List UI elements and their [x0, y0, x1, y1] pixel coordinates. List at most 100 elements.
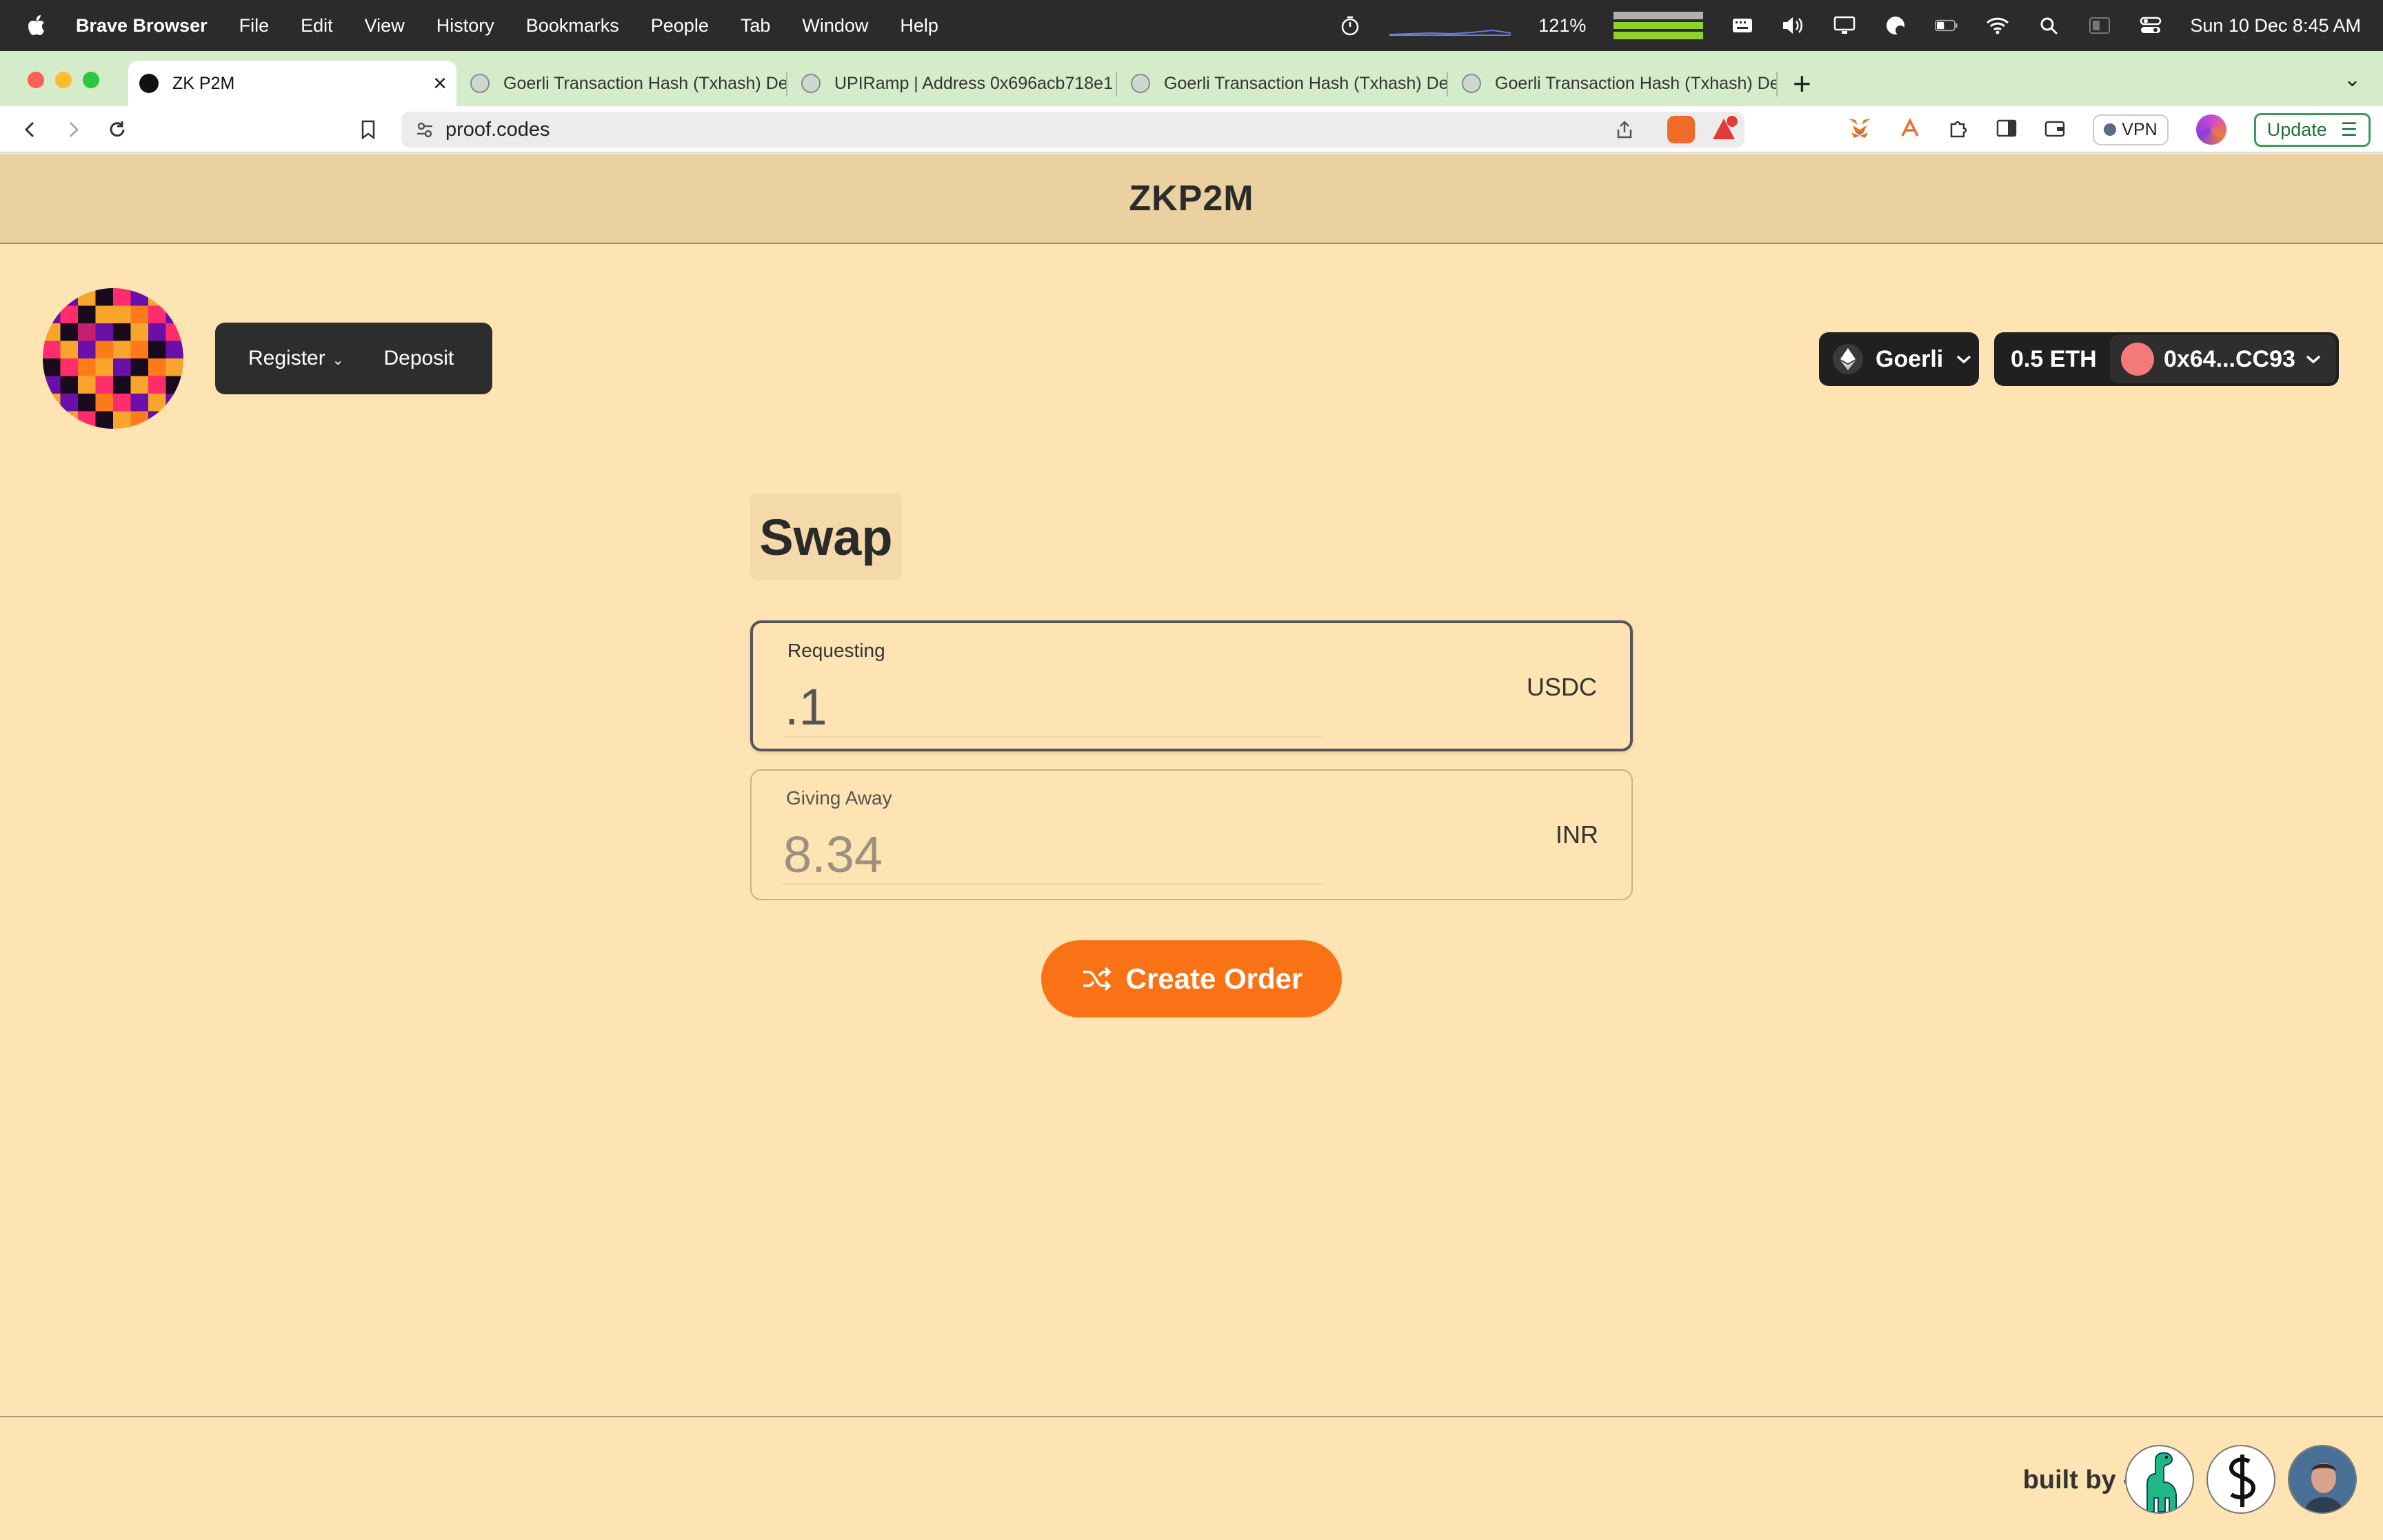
control-center-icon[interactable] — [2139, 15, 2162, 36]
wifi-icon[interactable] — [1986, 15, 2009, 36]
giving-away-field: Giving Away 8.34 INR — [750, 769, 1633, 900]
eth-balance: 0.5 ETH — [2011, 345, 2097, 372]
giving-away-currency: INR — [1556, 820, 1598, 849]
browser-toolbar: proof.codes VPN Update ☰ — [0, 106, 2383, 153]
profile-avatar[interactable] — [2195, 114, 2226, 145]
zkp2m-favicon-icon — [139, 74, 159, 93]
tab-goerli-txhash-1[interactable]: Goerli Transaction Hash (Txhash) De — [459, 61, 787, 106]
tab-label: Goerli Transaction Hash (Txhash) De — [503, 73, 787, 93]
screen-mirroring-icon[interactable] — [2088, 15, 2111, 36]
giving-away-amount-input[interactable]: 8.34 — [783, 826, 1321, 885]
site-settings-icon[interactable] — [415, 120, 434, 139]
requesting-amount-input[interactable]: .1 — [785, 678, 1323, 738]
brave-rewards-icon[interactable] — [1710, 116, 1738, 143]
hamburger-menu-icon: ☰ — [2340, 119, 2357, 140]
tab-goerli-txhash-3[interactable]: Goerli Transaction Hash (Txhash) De — [1451, 61, 1778, 106]
battery-icon[interactable] — [1935, 15, 1958, 36]
account-avatar — [2121, 343, 2154, 376]
extension-a-icon[interactable] — [1900, 117, 1920, 142]
vpn-status-icon — [2104, 123, 2117, 136]
menubar-clock[interactable]: Sun 10 Dec 8:45 AM — [2190, 15, 2361, 37]
app-title: ZKP2M — [1129, 179, 1254, 219]
menu-view[interactable]: View — [365, 15, 405, 37]
network-selector[interactable]: Goerli — [1819, 332, 1979, 386]
apple-icon[interactable] — [28, 15, 46, 36]
built-by-label: built by - — [2022, 1466, 2132, 1495]
vpn-button[interactable]: VPN — [2093, 114, 2169, 145]
menu-edit[interactable]: Edit — [301, 15, 333, 37]
network-activity-graph[interactable] — [1389, 15, 1511, 36]
reload-icon[interactable] — [103, 116, 131, 143]
account-button[interactable]: 0.5 ETH 0x64...CC93 — [1994, 332, 2339, 386]
menu-tab[interactable]: Tab — [741, 15, 771, 37]
network-name: Goerli — [1876, 345, 1944, 372]
zoom-window-button[interactable] — [83, 72, 99, 88]
shuffle-icon — [1083, 966, 1112, 991]
tab-search-chevron-icon[interactable]: ⌄ — [2344, 68, 2361, 92]
address-bar[interactable]: proof.codes — [401, 112, 1744, 148]
menu-app-name[interactable]: Brave Browser — [76, 15, 208, 37]
menu-bookmarks[interactable]: Bookmarks — [526, 15, 619, 37]
pixel-avatar-logo[interactable] — [43, 288, 183, 429]
register-dropdown[interactable]: Register ⌄ — [248, 347, 343, 370]
wallet-address[interactable]: 0x64...CC93 — [2110, 335, 2336, 383]
cpu-percent: 121% — [1538, 14, 1587, 36]
vpn-label: VPN — [2122, 119, 2158, 139]
address-label: 0x64...CC93 — [2164, 345, 2295, 372]
requesting-field: Requesting .1 USDC — [750, 620, 1633, 751]
memory-usage-bar[interactable] — [1613, 12, 1704, 40]
back-arrow-icon[interactable] — [17, 116, 44, 143]
etherscan-favicon-icon — [470, 74, 490, 93]
menu-file[interactable]: File — [239, 15, 270, 37]
builder-photo-avatar[interactable] — [2288, 1445, 2357, 1514]
browser-tab-strip: ZK P2M × Goerli Transaction Hash (Txhash… — [0, 51, 2383, 106]
menubar-status-area: 121% Sun 10 Dec 8:45 AM — [1338, 0, 2361, 51]
bookmark-icon[interactable] — [354, 116, 382, 143]
url-text[interactable]: proof.codes — [445, 119, 550, 141]
wallet-icon[interactable] — [2044, 119, 2065, 141]
swap-heading: Swap — [750, 494, 902, 580]
extensions-puzzle-icon[interactable] — [1948, 118, 1969, 142]
create-order-label: Create Order — [1125, 962, 1303, 995]
giving-away-label: Giving Away — [786, 787, 892, 809]
create-order-button[interactable]: Create Order — [1041, 940, 1342, 1017]
forward-arrow-icon[interactable] — [59, 116, 87, 143]
display-icon[interactable] — [1833, 15, 1856, 36]
search-icon[interactable] — [2037, 15, 2060, 36]
update-button[interactable]: Update ☰ — [2253, 112, 2371, 147]
menu-history[interactable]: History — [436, 15, 494, 37]
app-header: ZKP2M — [0, 154, 2383, 244]
metamask-fox-icon[interactable] — [1847, 117, 1872, 143]
menu-window[interactable]: Window — [802, 15, 868, 37]
close-tab-icon[interactable]: × — [433, 70, 447, 97]
brave-shields-icon[interactable] — [1667, 116, 1695, 143]
cloud-icon[interactable] — [1884, 15, 1907, 36]
window-controls — [28, 72, 99, 88]
tab-goerli-txhash-2[interactable]: Goerli Transaction Hash (Txhash) De — [1120, 61, 1448, 106]
menu-help[interactable]: Help — [900, 15, 938, 37]
builder-logo-avatar[interactable] — [2206, 1445, 2275, 1514]
close-window-button[interactable] — [28, 72, 44, 88]
tab-label: UPIRamp | Address 0x696acb718e1 — [834, 73, 1113, 93]
stopwatch-icon[interactable] — [1338, 15, 1362, 36]
update-label: Update — [2266, 119, 2327, 140]
menu-people[interactable]: People — [651, 15, 709, 37]
chevron-down-icon: ⌄ — [332, 352, 344, 368]
footer-divider — [0, 1416, 2383, 1417]
tab-upiramp-address[interactable]: UPIRamp | Address 0x696acb718e1 — [790, 61, 1117, 106]
builder-dino-avatar[interactable] — [2125, 1445, 2194, 1514]
share-icon[interactable] — [1615, 120, 1634, 139]
deposit-link[interactable]: Deposit — [383, 347, 454, 370]
minimize-window-button[interactable] — [55, 72, 72, 88]
etherscan-favicon-icon — [1462, 74, 1481, 93]
sidebar-toggle-icon[interactable] — [1996, 119, 2017, 141]
tab-label: Goerli Transaction Hash (Txhash) De — [1164, 73, 1448, 93]
tab-label: Goerli Transaction Hash (Txhash) De — [1495, 73, 1778, 93]
etherscan-favicon-icon — [1131, 74, 1150, 93]
toolbar-extensions: VPN Update ☰ — [1847, 112, 2371, 148]
ethereum-icon — [1833, 344, 1863, 374]
tab-zk-p2m[interactable]: ZK P2M × — [128, 61, 456, 106]
volume-icon[interactable] — [1782, 15, 1805, 36]
new-tab-plus-icon[interactable]: + — [1793, 65, 1811, 102]
keyboard-icon[interactable] — [1731, 15, 1754, 36]
